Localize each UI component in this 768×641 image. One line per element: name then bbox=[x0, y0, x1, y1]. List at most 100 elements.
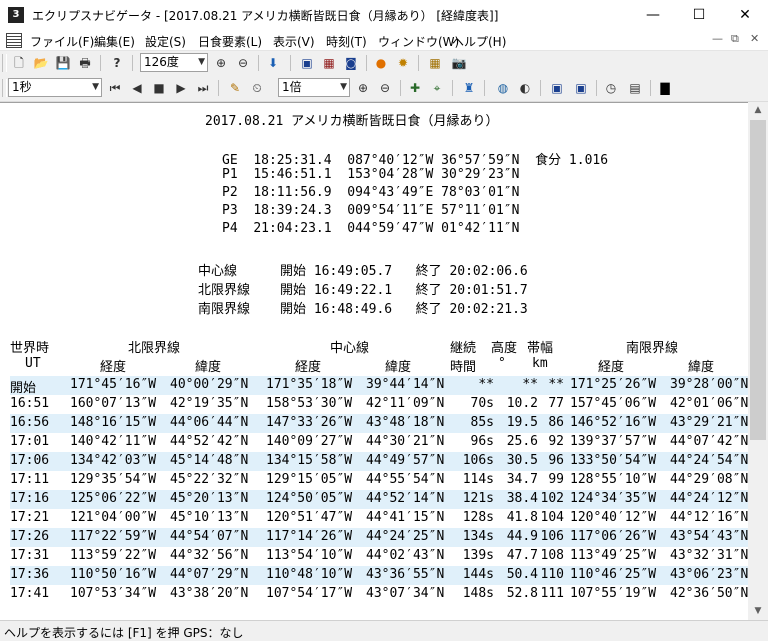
table-grid-icon[interactable]: ▦ bbox=[426, 54, 444, 72]
open-folder-icon[interactable]: 📂 bbox=[32, 54, 50, 72]
fast-forward-icon[interactable]: ⏭ bbox=[194, 79, 212, 97]
toolbar-separator bbox=[100, 55, 101, 71]
location-search-icon[interactable]: ⌖ bbox=[428, 79, 446, 97]
new-file-icon[interactable]: 🗋 bbox=[10, 54, 28, 72]
vertical-scrollbar[interactable]: ▲ ▼ bbox=[748, 102, 768, 620]
mdi-close-button[interactable]: ✕ bbox=[750, 32, 759, 45]
contact-time: 18:25:31.4 bbox=[253, 153, 332, 168]
document-icon[interactable] bbox=[6, 33, 22, 48]
monitor-icon[interactable]: ▇ bbox=[656, 79, 674, 97]
speed-select[interactable]: 1倍 ▼ bbox=[278, 78, 350, 97]
row-center-lat: 39°44′14″N bbox=[366, 377, 445, 392]
zoom-out-icon[interactable]: ⊖ bbox=[234, 54, 252, 72]
maximize-button[interactable]: ☐ bbox=[676, 0, 722, 30]
toolbar-grip[interactable] bbox=[2, 54, 7, 72]
save-icon[interactable]: 💾 bbox=[54, 54, 72, 72]
download-icon[interactable]: ⬇ bbox=[264, 54, 282, 72]
north-limit-row: 北限界線 開始 16:49:22.1 終了 20:01:51.7 bbox=[198, 279, 528, 298]
sky-view-icon[interactable]: ◙ bbox=[342, 54, 360, 72]
menu-time[interactable]: 時刻(T) bbox=[326, 33, 367, 50]
row-duration: 128s bbox=[462, 510, 494, 525]
row-altitude: 50.4 bbox=[506, 567, 538, 582]
observer-icon[interactable]: ♜ bbox=[460, 79, 478, 97]
menu-view[interactable]: 表示(V) bbox=[273, 33, 315, 50]
sun-icon[interactable]: ● bbox=[372, 54, 390, 72]
line-start-label: 開始 bbox=[280, 264, 307, 279]
help-icon[interactable]: ? bbox=[108, 54, 126, 72]
menu-eclipse-elements[interactable]: 日食要素(L) bbox=[198, 33, 262, 50]
row-south-lat: 43°06′23″N bbox=[670, 567, 748, 582]
row-north-lat: 43°38′20″N bbox=[170, 586, 249, 601]
eclipse-icon[interactable]: ✹ bbox=[394, 54, 412, 72]
step-back-icon[interactable]: ◀ bbox=[128, 79, 146, 97]
speed-up-icon[interactable]: ⊕ bbox=[354, 79, 372, 97]
header-time: 世界時 bbox=[10, 341, 50, 356]
camera-icon[interactable]: 📷 bbox=[450, 54, 468, 72]
moon-icon[interactable]: ◐ bbox=[516, 79, 534, 97]
row-altitude: 30.5 bbox=[506, 453, 538, 468]
row-duration: 134s bbox=[462, 529, 494, 544]
print-icon[interactable]: 🖶 bbox=[76, 54, 94, 72]
location-icon[interactable]: ✚ bbox=[406, 79, 424, 97]
globe-view-icon[interactable]: ▦ bbox=[320, 54, 338, 72]
table-row: 17:41 107°53′34″W 43°38′20″N 107°54′17″W 43°… bbox=[10, 585, 748, 604]
toolbar-separator bbox=[258, 55, 259, 71]
row-time: 17:36 bbox=[10, 567, 50, 582]
toolbar-separator bbox=[400, 80, 401, 96]
window-sky-icon[interactable]: ▣ bbox=[572, 79, 590, 97]
row-width: ** bbox=[548, 377, 564, 392]
mdi-restore-button[interactable]: ⧉ bbox=[731, 32, 739, 46]
row-duration: 70s bbox=[470, 396, 494, 411]
speed-down-icon[interactable]: ⊖ bbox=[376, 79, 394, 97]
menu-file[interactable]: ファイル(F) bbox=[30, 33, 94, 50]
time-step-select[interactable]: 1秒 ▼ bbox=[8, 78, 102, 97]
scrollbar-thumb[interactable] bbox=[750, 120, 766, 440]
row-altitude: 44.9 bbox=[506, 529, 538, 544]
time-edit-icon[interactable]: ✎ bbox=[226, 79, 244, 97]
toolbar-grip[interactable] bbox=[2, 79, 7, 97]
row-south-lat: 44°24′12″N bbox=[670, 491, 748, 506]
row-south-lon: 113°49′25″W bbox=[570, 548, 657, 563]
row-north-lon: 134°42′03″W bbox=[70, 453, 157, 468]
app-icon[interactable]: 3 bbox=[8, 7, 24, 23]
window-photo-icon[interactable]: ▣ bbox=[548, 79, 566, 97]
header-ut: UT bbox=[25, 356, 41, 371]
now-time-icon[interactable]: ⏲ bbox=[248, 79, 266, 97]
row-north-lon: 121°04′00″W bbox=[70, 510, 157, 525]
minimize-button[interactable]: — bbox=[630, 0, 676, 30]
contact-lat: 30°29′23″N bbox=[441, 167, 520, 182]
row-north-lat: 44°32′56″N bbox=[170, 548, 249, 563]
scroll-up-icon[interactable]: ▲ bbox=[748, 102, 768, 119]
close-button[interactable]: ✕ bbox=[722, 0, 768, 30]
menu-window[interactable]: ウィンドウ(W) bbox=[378, 33, 459, 50]
zoom-angle-select[interactable]: 126度 ▼ bbox=[140, 53, 208, 72]
menu-settings[interactable]: 設定(S) bbox=[145, 33, 186, 50]
menu-help[interactable]: ヘルプ(H) bbox=[452, 33, 506, 50]
chevron-down-icon: ▼ bbox=[92, 82, 99, 92]
row-center-lon: 117°14′26″W bbox=[266, 529, 353, 544]
map-view-icon[interactable]: ▣ bbox=[298, 54, 316, 72]
mdi-minimize-button[interactable]: — bbox=[712, 32, 723, 45]
scroll-down-icon[interactable]: ▼ bbox=[748, 603, 768, 620]
menu-bar: ファイル(F) 編集(E) 設定(S) 日食要素(L) 表示(V) 時刻(T) … bbox=[0, 30, 768, 51]
row-altitude: 47.7 bbox=[506, 548, 538, 563]
row-north-lat: 45°14′48″N bbox=[170, 453, 249, 468]
table-window-icon[interactable]: ▤ bbox=[626, 79, 644, 97]
menu-edit[interactable]: 編集(E) bbox=[94, 33, 135, 50]
clock-window-icon[interactable]: ◷ bbox=[602, 79, 620, 97]
rewind-fast-icon[interactable]: ⏮ bbox=[106, 79, 124, 97]
south-limit-row: 南限界線 開始 16:48:49.6 終了 20:02:21.3 bbox=[198, 298, 528, 317]
contact-lon: 009°54′11″E bbox=[347, 203, 434, 218]
stop-icon[interactable]: ■ bbox=[150, 79, 168, 97]
play-icon[interactable]: ▶ bbox=[172, 79, 190, 97]
document-view[interactable]: 2017.08.21 アメリカ横断皆既日食（月縁あり） GE 18:25:31.… bbox=[0, 102, 748, 621]
row-center-lat: 44°49′57″N bbox=[366, 453, 445, 468]
contact-time: 18:39:24.3 bbox=[253, 203, 332, 218]
row-south-lat: 42°01′06″N bbox=[670, 396, 748, 411]
line-end-time: 20:02:06.6 bbox=[449, 264, 528, 279]
row-south-lat: 44°29′08″N bbox=[670, 472, 748, 487]
earth-icon[interactable]: ◍ bbox=[494, 79, 512, 97]
row-south-lat: 44°07′42″N bbox=[670, 434, 748, 449]
table-row: 16:51 160°07′13″W 42°19′35″N 158°53′30″W 42°… bbox=[10, 395, 748, 414]
zoom-in-icon[interactable]: ⊕ bbox=[212, 54, 230, 72]
